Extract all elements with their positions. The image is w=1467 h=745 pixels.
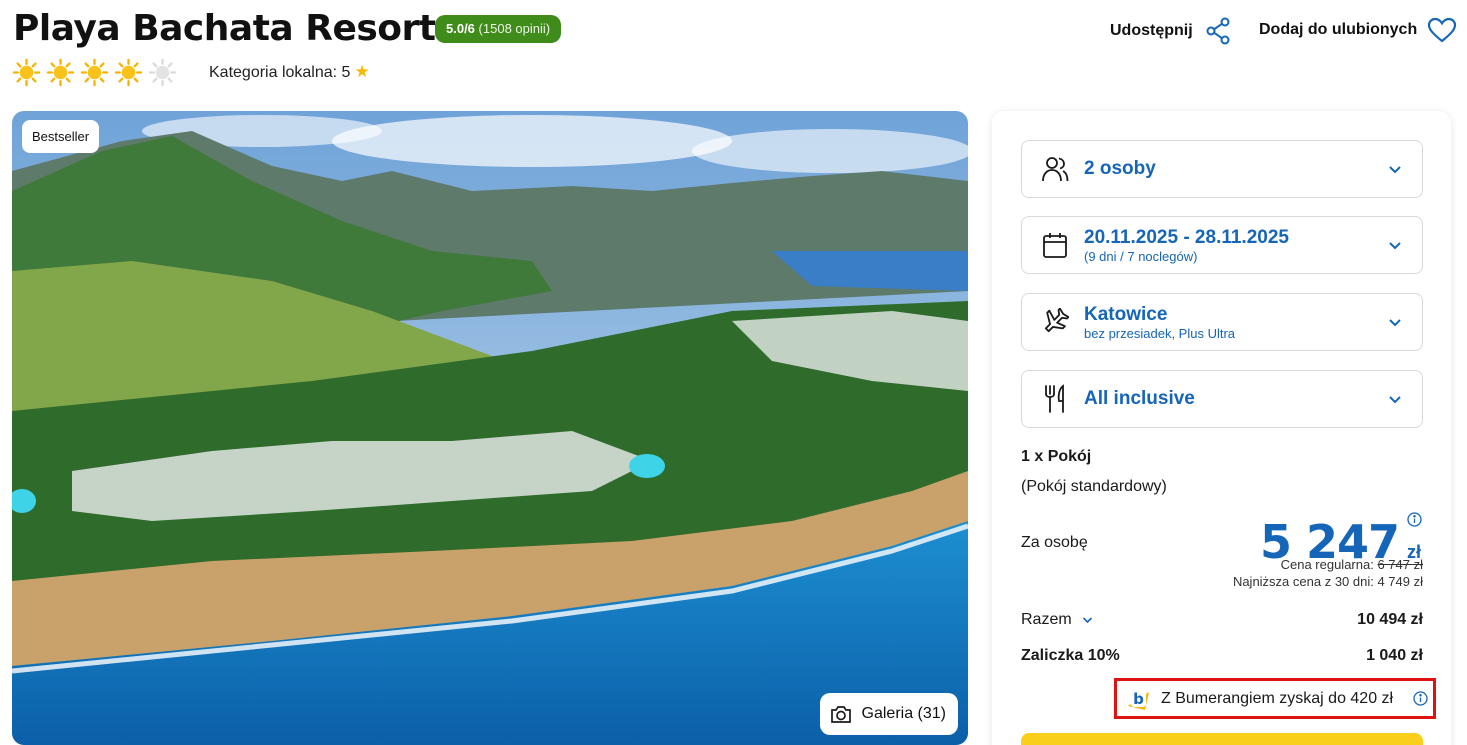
gallery-label: Galeria (31) <box>861 705 946 722</box>
departure-value: Katowice <box>1084 303 1168 325</box>
regular-price-value: 6 747 zł <box>1377 557 1423 572</box>
bestseller-badge: Bestseller <box>22 120 100 153</box>
info-icon[interactable] <box>1413 691 1428 706</box>
booking-panel: 2 osoby 20.11.2025 - 28.11.2025 (9 dni /… <box>992 111 1451 745</box>
dates-sub: (9 dni / 7 noclegów) <box>1084 248 1198 264</box>
sun-icon <box>12 58 41 87</box>
resort-aerial-image <box>12 111 968 745</box>
total-value: 10 494 zł <box>1357 611 1423 628</box>
departure-select[interactable]: Katowice bez przesiadek, Plus Ultra <box>1021 293 1423 351</box>
dates-select[interactable]: 20.11.2025 - 28.11.2025 (9 dni / 7 nocle… <box>1021 216 1423 274</box>
chevron-down-icon <box>1389 318 1401 326</box>
lowest-price-30d: Najniższa cena z 30 dni: 4 749 zł <box>1232 574 1423 589</box>
bumerang-text: Z Bumerangiem zyskaj do 420 zł <box>1161 689 1394 707</box>
board-value: All inclusive <box>1084 388 1195 409</box>
total-toggle[interactable]: Razem <box>1021 611 1093 629</box>
chevron-down-icon <box>1083 617 1093 624</box>
bumerang-logo-icon: b <box>1128 689 1149 710</box>
bumerang-promo[interactable]: b Z Bumerangiem zyskaj do 420 zł <box>1114 678 1436 719</box>
sun-rating <box>12 58 177 87</box>
local-category: Kategoria lokalna: 5 ★ <box>209 62 370 82</box>
deposit-label: Zaliczka 10% <box>1021 647 1120 664</box>
room-count: 1 x Pokój <box>1021 448 1092 465</box>
calendar-icon <box>1043 233 1067 258</box>
rating-score: 5.0/6 <box>446 21 475 36</box>
chevron-down-icon <box>1389 241 1401 249</box>
travellers-select[interactable]: 2 osoby <box>1021 140 1423 198</box>
heart-icon <box>1428 17 1457 43</box>
regular-price: Cena regularna: 6 747 zł <box>1281 557 1423 572</box>
board-select[interactable]: All inclusive <box>1021 370 1423 428</box>
deposit-value: 1 040 zł <box>1366 647 1423 664</box>
per-person-label: Za osobę <box>1021 534 1088 551</box>
rating-opinions: (1508 opinii) <box>478 21 551 36</box>
rating-badge[interactable]: 5.0/6 (1508 opinii) <box>435 15 562 43</box>
plane-icon <box>1044 308 1069 333</box>
favorite-label: Dodaj do ulubionych <box>1259 21 1418 38</box>
share-icon <box>1206 17 1230 45</box>
room-type: (Pokój standardowy) <box>1021 478 1167 495</box>
sun-empty-icon <box>148 58 177 87</box>
share-button[interactable]: Udostępnij <box>1110 17 1231 45</box>
sun-icon <box>114 58 143 87</box>
chevron-down-icon <box>1389 395 1401 403</box>
total-row: Razem 10 494 zł <box>1021 611 1423 629</box>
total-label: Razem <box>1021 611 1072 628</box>
fork-knife-icon <box>1045 384 1064 413</box>
svg-text:b: b <box>1133 690 1144 708</box>
sun-icon <box>80 58 109 87</box>
camera-icon <box>830 706 851 723</box>
hotel-photo[interactable]: Bestseller Galeria (31) <box>12 111 968 745</box>
chevron-down-icon <box>1389 165 1401 173</box>
people-icon <box>1042 157 1069 182</box>
star-icon: ★ <box>354 62 370 81</box>
local-category-label: Kategoria lokalna: 5 <box>209 64 351 81</box>
favorite-button[interactable]: Dodaj do ulubionych <box>1259 17 1457 43</box>
travellers-value: 2 osoby <box>1084 158 1156 179</box>
hotel-name: Playa Bachata Resort <box>13 8 436 49</box>
regular-price-label: Cena regularna: <box>1280 557 1374 572</box>
dates-value: 20.11.2025 - 28.11.2025 <box>1084 226 1289 248</box>
gallery-button[interactable]: Galeria (31) <box>819 693 958 735</box>
departure-sub: bez przesiadek, Plus Ultra <box>1084 325 1236 341</box>
book-button[interactable] <box>1021 733 1423 745</box>
share-label: Udostępnij <box>1110 22 1193 39</box>
sun-icon <box>46 58 75 87</box>
deposit-row: Zaliczka 10% 1 040 zł <box>1021 647 1423 665</box>
